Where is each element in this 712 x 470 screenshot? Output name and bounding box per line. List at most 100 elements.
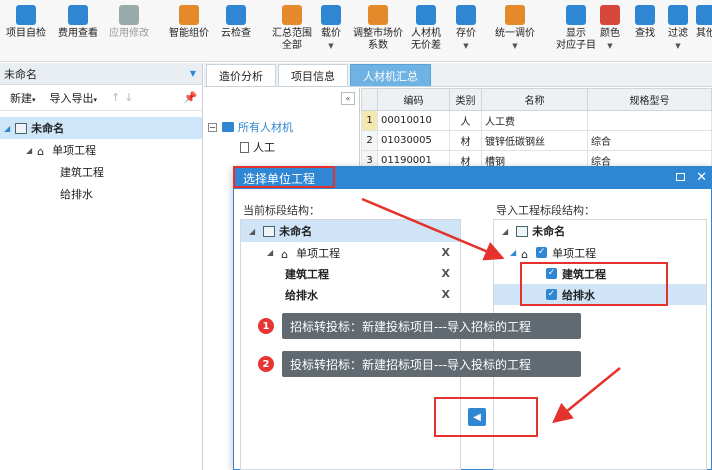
toolbar-button-adjust-market[interactable]: 调整市场价 系数 <box>350 0 406 60</box>
project-tree-actions: 新建▾ 导入导出▾ ↑ ↓ 📌 <box>0 85 202 111</box>
toolbar-button-filter[interactable]: 过滤 ▼ <box>664 0 692 60</box>
table-cell[interactable]: 材 <box>449 130 482 151</box>
chevron-down-icon: ▼ <box>463 42 469 50</box>
other-icon <box>696 5 712 25</box>
summary-range-icon <box>282 5 302 25</box>
maximize-icon[interactable] <box>676 173 685 181</box>
close-icon[interactable]: ✕ <box>696 170 707 185</box>
remove-button[interactable]: X <box>442 288 450 301</box>
house-icon: ⌂ <box>37 145 45 158</box>
callout-number-badge: 2 <box>258 356 274 372</box>
toolbar-label: 颜色 <box>600 28 620 39</box>
table-cell[interactable] <box>587 110 712 131</box>
tree-project[interactable]: ◢ ⌂ 单项工程 <box>0 139 202 161</box>
building-icon <box>15 122 28 134</box>
toolbar-label: 显示 <box>566 28 586 39</box>
table-cell[interactable]: 综合 <box>587 130 712 151</box>
expand-icon[interactable]: ◢ <box>502 227 508 236</box>
toolbar-button-cloud-check[interactable]: 云检查 <box>218 0 254 60</box>
import-export-button[interactable]: 导入导出▾ <box>50 90 98 106</box>
checkbox-checked-icon[interactable]: ✓ <box>536 247 548 258</box>
expand-icon[interactable]: ◢ <box>510 248 516 257</box>
toolbar: 项目自检 费用查看 应用修改 智能组价 云检查 汇总范围 全部 载价 ▼ 调整市场价 系数 人材机 无价… <box>0 0 712 62</box>
expand-icon[interactable]: ◢ <box>267 248 273 257</box>
toolbar-label: 项目自检 <box>6 28 46 39</box>
current-root-row[interactable]: ◢ 未命名 <box>241 220 460 242</box>
project-tree-panel: 未命名 ▼ 新建▾ 导入导出▾ ↑ ↓ 📌 ◢ 未命名 ◢ ⌂ 单项工程 建筑工… <box>0 63 203 470</box>
category-item[interactable]: 人工 <box>240 136 275 158</box>
table-cell[interactable]: 人工费 <box>481 110 588 131</box>
toolbar-label: 调整市场价 <box>353 28 403 39</box>
toolbar-button-other[interactable]: 其他 <box>696 0 712 60</box>
table-row[interactable]: 1 00010010 人人工费 <box>361 110 712 131</box>
table-row[interactable]: 2 01030005 材镀锌低碳钢丝 综合 <box>361 130 712 151</box>
toolbar-button-show-subitem[interactable]: 显示 对应子目 <box>556 0 596 60</box>
remove-button[interactable]: X <box>442 267 450 280</box>
toolbar-label: 汇总范围 <box>272 28 312 39</box>
toolbar-button-apply-edit[interactable]: 应用修改 <box>104 0 154 60</box>
move-down-icon[interactable]: ↓ <box>124 91 133 104</box>
remove-button[interactable]: X <box>442 246 450 259</box>
move-up-icon[interactable]: ↑ <box>111 91 120 104</box>
pin-icon[interactable]: 📌 <box>183 91 197 104</box>
tab-cost-analysis[interactable]: 造价分析 <box>206 64 276 86</box>
toolbar-button-labor-material[interactable]: 人材机 无价差 <box>406 0 446 60</box>
callout-note: 招标转投标：新建投标项目---导入招标的工程 <box>282 313 581 339</box>
tab-project-info[interactable]: 项目信息 <box>278 64 348 86</box>
toolbar-label: 云检查 <box>221 28 251 39</box>
table-cell[interactable]: 01030005 <box>377 130 450 151</box>
row-number[interactable]: 1 <box>361 110 378 131</box>
import-root-row[interactable]: ◢ 未命名 <box>494 220 706 242</box>
chevron-down-icon[interactable]: ▼ <box>190 69 196 78</box>
category-root[interactable]: − 所有人材机 <box>208 116 293 138</box>
highlight-box <box>233 166 335 188</box>
show-subitem-icon <box>566 5 586 25</box>
toolbar-button-color[interactable]: 颜色 ▼ <box>596 0 624 60</box>
tab-labor-material-summary[interactable]: 人材机汇总 <box>350 64 431 86</box>
current-unit-row[interactable]: 建筑工程 X <box>241 263 460 284</box>
expand-icon[interactable]: ◢ <box>4 124 10 133</box>
project-tree-header: 未命名 ▼ <box>0 63 202 85</box>
toolbar-button-smart-price[interactable]: 智能组价 <box>166 0 212 60</box>
table-cell[interactable]: 镀锌低碳钢丝 <box>481 130 588 151</box>
tree-unit-item[interactable]: 给排水 <box>0 183 202 205</box>
tree-root[interactable]: ◢ 未命名 <box>0 117 202 139</box>
toolbar-label: 费用查看 <box>58 28 98 39</box>
building-icon <box>516 225 529 237</box>
collapse-box-icon[interactable]: − <box>208 122 217 132</box>
apply-edit-icon <box>119 5 139 25</box>
current-unit-row[interactable]: 给排水 X <box>241 284 460 305</box>
column-header[interactable]: 名称 <box>481 88 588 111</box>
filter-icon <box>668 5 688 25</box>
toolbar-button-find[interactable]: 查找 <box>630 0 660 60</box>
toolbar-button-fee-view[interactable]: 费用查看 <box>54 0 102 60</box>
tree-unit-item[interactable]: 建筑工程 <box>0 161 202 183</box>
toolbar-button-save-price[interactable]: 存价 ▼ <box>448 0 484 60</box>
document-icon <box>240 141 249 153</box>
save-price-icon <box>456 5 476 25</box>
column-header[interactable]: 编码 <box>377 88 450 111</box>
expand-icon[interactable]: ◢ <box>249 227 255 236</box>
row-number[interactable]: 2 <box>361 130 378 151</box>
toolbar-button-summary-range[interactable]: 汇总范围 全部 <box>266 0 318 60</box>
toolbar-button-load-price[interactable]: 载价 ▼ <box>318 0 344 60</box>
toolbar-label: 过滤 <box>668 28 688 39</box>
highlight-box <box>520 262 668 306</box>
toolbar-button-unify-price[interactable]: 统一调价 ▼ <box>490 0 540 60</box>
column-header[interactable]: 类别 <box>449 88 482 111</box>
toolbar-label: 无价差 <box>411 40 441 51</box>
unify-price-icon <box>505 5 525 25</box>
new-button[interactable]: 新建▾ <box>10 90 36 106</box>
color-icon <box>600 5 620 25</box>
table-cell[interactable]: 人 <box>449 110 482 131</box>
import-project-row[interactable]: ◢ ⌂ ✓ 单项工程 <box>494 242 706 263</box>
toolbar-label: 查找 <box>635 28 655 39</box>
current-project-row[interactable]: ◢ ⌂ 单项工程 X <box>241 242 460 263</box>
chevron-down-icon: ▼ <box>328 42 334 50</box>
expand-icon[interactable]: ◢ <box>26 146 32 155</box>
row-num-header <box>361 88 378 111</box>
toolbar-button-check-project[interactable]: 项目自检 <box>2 0 50 60</box>
table-cell[interactable]: 00010010 <box>377 110 450 131</box>
collapse-panel-icon[interactable]: « <box>341 92 355 105</box>
column-header[interactable]: 规格型号 <box>587 88 712 111</box>
